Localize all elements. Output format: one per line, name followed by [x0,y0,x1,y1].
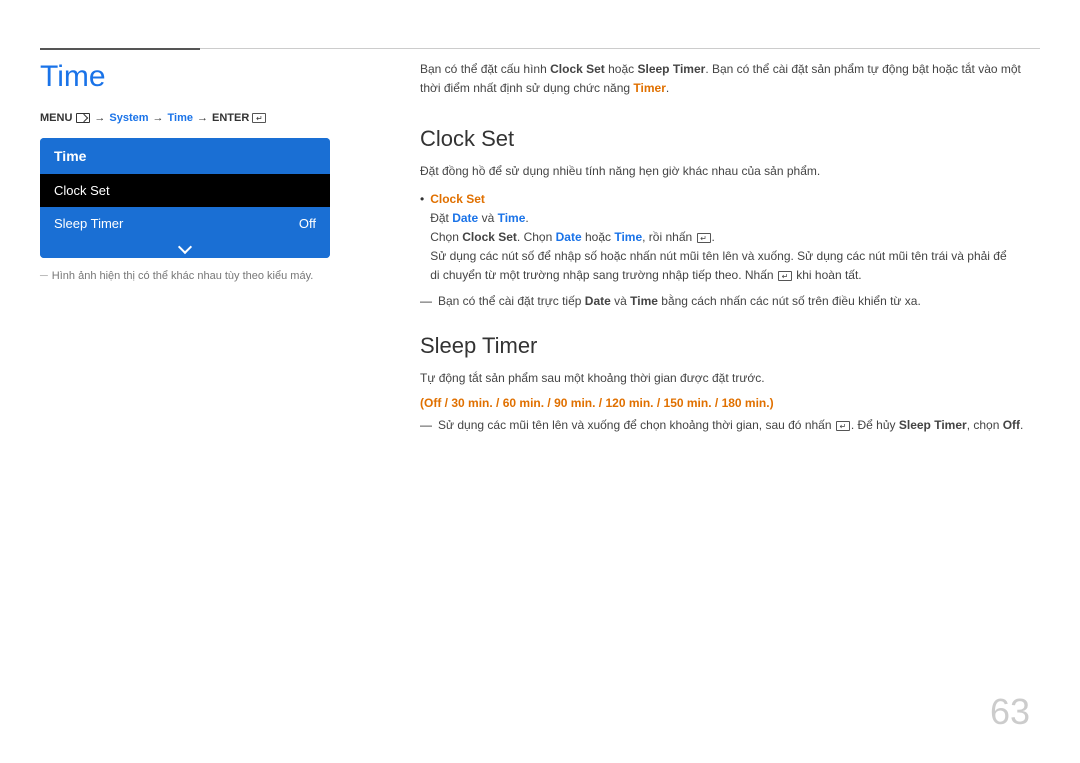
sleeptimer-bold: Sleep Timer [638,62,706,76]
clockset-bold: Clock Set [550,62,605,76]
clock-set-note: ― Bạn có thể cài đặt trực tiếp Date và T… [420,292,1040,311]
clock-set-bullet-label: Clock Set [430,192,485,206]
tv-menu-chevron[interactable] [40,240,330,258]
enter-icon: ↵ [252,113,266,123]
sleep-timer-value: Off [299,216,316,231]
clock-set-label: Clock Set [54,183,110,198]
tv-menu-item-sleep[interactable]: Sleep Timer Off [40,207,330,240]
clock-set-bullet: • Clock Set Đặt Date và Time. Chọn Clock… [420,190,1040,286]
clock-set-step2: Chọn Clock Set. Chọn Date hoặc Time, rồi… [430,230,715,244]
enter-label: ENTER [212,112,249,124]
menu-icon [76,113,90,123]
intro-text: Bạn có thể đặt cấu hình Clock Set hoặc S… [420,60,1040,98]
sleep-timer-note: ― Sử dụng các mũi tên lên và xuống để ch… [420,416,1040,435]
left-column: Time MENU → System → Time → ENTER ↵ Time… [40,60,380,282]
timer-highlight: Timer [633,81,665,95]
system-label: System [109,112,148,124]
sleep-timer-options: (Off / 30 min. / 60 min. / 90 min. / 120… [420,396,1040,410]
enter-icon-4: ↵ [836,421,850,431]
enter-icon-2: ↵ [697,233,711,243]
menu-path: MENU → System → Time → ENTER ↵ [40,112,380,124]
page-number: 63 [990,691,1030,733]
tv-menu-box: Time Clock Set Sleep Timer Off [40,138,330,258]
sleep-timer-section: Sleep Timer Tự động tắt sản phẩm sau một… [420,333,1040,435]
clock-set-step1: Đặt Date và Time. [430,211,529,225]
image-note: Hình ảnh hiện thị có thể khác nhau tùy t… [40,270,380,282]
clock-set-desc: Đặt đồng hồ để sử dụng nhiều tính năng h… [420,162,1040,181]
clock-set-section-title: Clock Set [420,126,1040,152]
sleep-timer-label: Sleep Timer [54,216,123,231]
menu-label: MENU [40,112,72,124]
time-label: Time [168,112,193,124]
chevron-down-icon [178,240,192,254]
tv-menu-header: Time [40,138,330,174]
tv-menu-item-clock[interactable]: Clock Set [40,174,330,207]
sleep-timer-desc: Tự động tắt sản phẩm sau một khoảng thời… [420,369,1040,388]
clock-set-step3: Sử dụng các nút số để nhập số hoặc nhấn … [430,249,1006,282]
enter-icon-3: ↵ [778,271,792,281]
sleep-timer-section-title: Sleep Timer [420,333,1040,359]
right-column: Bạn có thể đặt cấu hình Clock Set hoặc S… [420,60,1040,441]
page-title: Time [40,60,380,94]
top-line-accent [40,48,200,50]
